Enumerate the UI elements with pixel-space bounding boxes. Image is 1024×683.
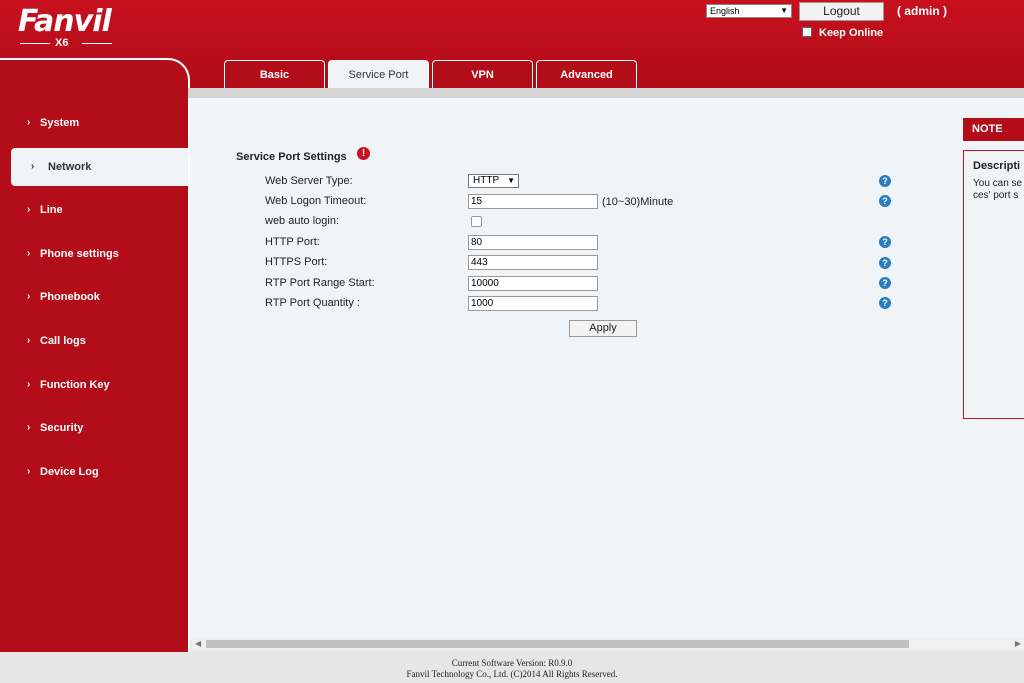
- tab-underbar: [188, 88, 1024, 98]
- chevron-right-icon: ›: [27, 422, 31, 433]
- note-text: You can se ces' port s: [973, 178, 1022, 202]
- chevron-right-icon: ›: [27, 379, 31, 390]
- web-auto-login-label: web auto login:: [265, 215, 339, 227]
- note-text-line: You can se: [973, 178, 1023, 189]
- tab-basic[interactable]: Basic: [224, 60, 325, 90]
- question-circle-icon[interactable]: ?: [879, 236, 891, 248]
- note-text-line: ces' port s: [973, 190, 1019, 201]
- sidebar-item-phone-settings[interactable]: › Phone settings: [0, 235, 186, 273]
- copyright: Fanvil Technology Co., Ltd. (C)2014 All …: [406, 669, 618, 679]
- rtp-port-start-input[interactable]: 10000: [468, 276, 598, 291]
- scrollbar-thumb[interactable]: [206, 640, 909, 648]
- sidebar-item-label: System: [40, 117, 80, 129]
- question-circle-icon[interactable]: ?: [879, 175, 891, 187]
- chevron-right-icon: ›: [27, 291, 31, 302]
- sidebar-item-system[interactable]: › System: [0, 104, 186, 142]
- model-label: X6: [55, 37, 69, 49]
- question-circle-icon[interactable]: ?: [879, 277, 891, 289]
- sidebar-item-label: Line: [40, 204, 63, 216]
- sidebar-item-device-log[interactable]: › Device Log: [0, 453, 186, 491]
- sidebar-item-function-key[interactable]: › Function Key: [0, 366, 186, 404]
- chevron-right-icon: ›: [27, 204, 31, 215]
- web-server-type-value: HTTP: [473, 175, 500, 186]
- scroll-right-icon[interactable]: ▶: [1015, 638, 1021, 650]
- sidebar-item-label: Security: [40, 422, 84, 434]
- chevron-right-icon: ›: [27, 335, 31, 346]
- language-value: English: [710, 6, 740, 16]
- footer: Current Software Version: R0.9.0 Fanvil …: [0, 652, 1024, 683]
- web-logon-timeout-range: (10~30)Minute: [602, 196, 674, 208]
- question-circle-icon[interactable]: ?: [879, 195, 891, 207]
- sidebar-item-call-logs[interactable]: › Call logs: [0, 322, 186, 360]
- tab-advanced[interactable]: Advanced: [536, 60, 637, 90]
- note-title: Descripti: [973, 160, 1021, 172]
- https-port-label: HTTPS Port:: [265, 256, 328, 268]
- chevron-right-icon: ›: [31, 161, 35, 172]
- http-port-input[interactable]: 80: [468, 235, 598, 250]
- chevron-right-icon: ›: [27, 248, 31, 259]
- sidebar-item-label: Function Key: [40, 379, 110, 391]
- chevron-right-icon: ›: [27, 117, 31, 128]
- web-server-type-select[interactable]: HTTP ▼: [468, 174, 519, 188]
- keep-online-checkbox[interactable]: [802, 27, 812, 37]
- sidebar-item-line[interactable]: › Line: [0, 191, 186, 229]
- question-circle-icon[interactable]: ?: [879, 257, 891, 269]
- section-title: Service Port Settings: [236, 151, 347, 163]
- sidebar-item-security[interactable]: › Security: [0, 409, 186, 447]
- info-circle-icon[interactable]: !: [357, 147, 370, 160]
- dropdown-arrow-icon: ▼: [780, 6, 788, 15]
- rtp-port-quantity-input[interactable]: 1000: [468, 296, 598, 311]
- language-select[interactable]: English ▼: [706, 4, 792, 18]
- sidebar-item-label: Call logs: [40, 335, 86, 347]
- tab-service-port[interactable]: Service Port: [328, 60, 429, 90]
- sidebar-item-label: Device Log: [40, 466, 99, 478]
- horizontal-scrollbar[interactable]: ◀ ▶: [192, 638, 1024, 650]
- keep-online-label: Keep Online: [819, 27, 884, 39]
- rtp-port-quantity-label: RTP Port Quantity :: [265, 297, 360, 309]
- apply-button[interactable]: Apply: [569, 320, 637, 337]
- https-port-input[interactable]: 443: [468, 255, 598, 270]
- chevron-right-icon: ›: [27, 466, 31, 477]
- logout-button[interactable]: Logout: [799, 2, 884, 21]
- software-version: Current Software Version: R0.9.0: [451, 658, 573, 668]
- note-panel: Descripti You can se ces' port s: [963, 150, 1024, 419]
- sidebar-item-label: Network: [48, 161, 92, 173]
- sidebar-item-label: Phonebook: [40, 291, 100, 303]
- scroll-left-icon[interactable]: ◀: [195, 638, 201, 650]
- note-header: NOTE: [963, 118, 1024, 141]
- brand-logo: Fanvil: [18, 4, 112, 39]
- user-label: ( admin ): [897, 4, 947, 18]
- web-auto-login-checkbox[interactable]: [471, 216, 482, 227]
- question-circle-icon[interactable]: ?: [879, 297, 891, 309]
- dropdown-arrow-icon: ▼: [507, 176, 515, 185]
- web-logon-timeout-label: Web Logon Timeout:: [265, 195, 367, 207]
- web-server-type-label: Web Server Type:: [265, 175, 353, 187]
- sidebar: › System › Network › Line › Phone settings ›…: [0, 58, 190, 652]
- sidebar-item-phonebook[interactable]: › Phonebook: [0, 278, 186, 316]
- sidebar-item-label: Phone settings: [40, 248, 119, 260]
- rtp-port-start-label: RTP Port Range Start:: [265, 277, 375, 289]
- sidebar-item-network[interactable]: › Network: [11, 148, 188, 186]
- tab-vpn[interactable]: VPN: [432, 60, 533, 90]
- http-port-label: HTTP Port:: [265, 236, 320, 248]
- web-logon-timeout-input[interactable]: 15: [468, 194, 598, 209]
